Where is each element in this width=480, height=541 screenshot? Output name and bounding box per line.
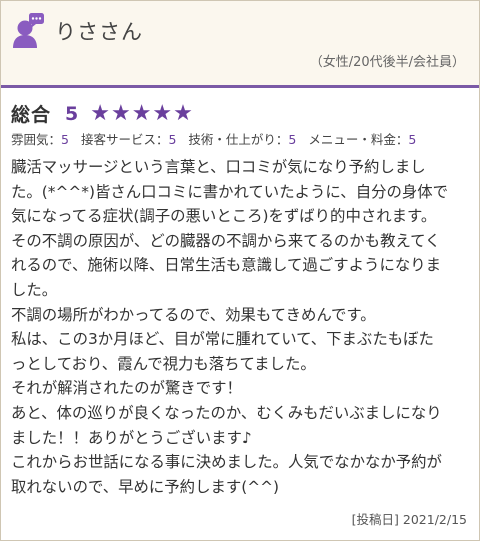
review-line: 臓活マッサージという言葉と、口コミが気になり予約しまし: [11, 158, 426, 176]
overall-score: 5: [65, 102, 79, 125]
review-line: た。(*^^*)皆さん口コミに書かれていたように、自分の身体で: [11, 182, 449, 201]
sub-rating-value: 5: [61, 132, 69, 147]
star-rating-icon: ★★★★★: [90, 101, 194, 126]
review-line: れるので、施術以降、日常生活も意識して過ごすようになりま: [11, 256, 442, 275]
overall-label: 総合: [11, 104, 52, 126]
posted-date: [投稿日] 2021/2/15: [351, 512, 467, 527]
review-line: した。: [11, 280, 58, 299]
sub-rating-label: 技術・仕上がり：: [188, 132, 289, 147]
review-line: これからお世話になる事に決めました。人気でなかなか予約が: [11, 453, 442, 472]
review-header: りささん （女性/20代後半/会社員）: [1, 1, 479, 88]
review-body: 臓活マッサージという言葉と、口コミが気になり予約しまし た。(*^^*)皆さん口…: [11, 155, 473, 499]
review-card: りささん （女性/20代後半/会社員） 総合 5 ★★★★★ 雰囲気：5 接客サ…: [0, 0, 480, 541]
sub-rating-label: 雰囲気：: [11, 132, 62, 147]
review-line: あと、体の巡りが良くなったのか、むくみもだいぶましになり: [11, 403, 442, 422]
sub-rating-value: 5: [168, 132, 177, 147]
sub-rating-label: メニュー・料金：: [308, 132, 409, 147]
review-line: 不調の場所がわかってるので、効果もてきめんです。: [11, 305, 376, 324]
sub-rating-value: 5: [408, 132, 417, 147]
review-line: 気になってる症状(調子の悪いところ)をずばり的中されます。: [11, 207, 437, 226]
user-chat-icon: [13, 13, 44, 48]
review-line: 取れないので、早めに予約します(^^): [11, 477, 280, 496]
review-line: ました！！ありがとうございます♪: [11, 428, 252, 447]
sub-rating-label: 接客サービス：: [80, 132, 169, 147]
sub-ratings: 雰囲気：5 接客サービス：5 技術・仕上がり：5 メニュー・料金：5: [11, 129, 424, 148]
review-line: っとしており、霞んで視力も落ちてました。: [11, 354, 316, 373]
review-line: その不調の原因が、どの臓器の不調から来てるのかも教えてく: [11, 231, 441, 250]
sub-rating-value: 5: [288, 132, 297, 147]
reviewer-profile: （女性/20代後半/会社員）: [309, 55, 465, 70]
overall-rating: 総合 5 ★★★★★: [11, 100, 194, 127]
review-line: それが解消されたのが驚きです！: [11, 379, 242, 398]
reviewer-name: りささん: [55, 20, 143, 44]
review-line: 私は、この3か月ほど、目が常に腫れていて、下まぶたもぼた: [11, 330, 434, 349]
